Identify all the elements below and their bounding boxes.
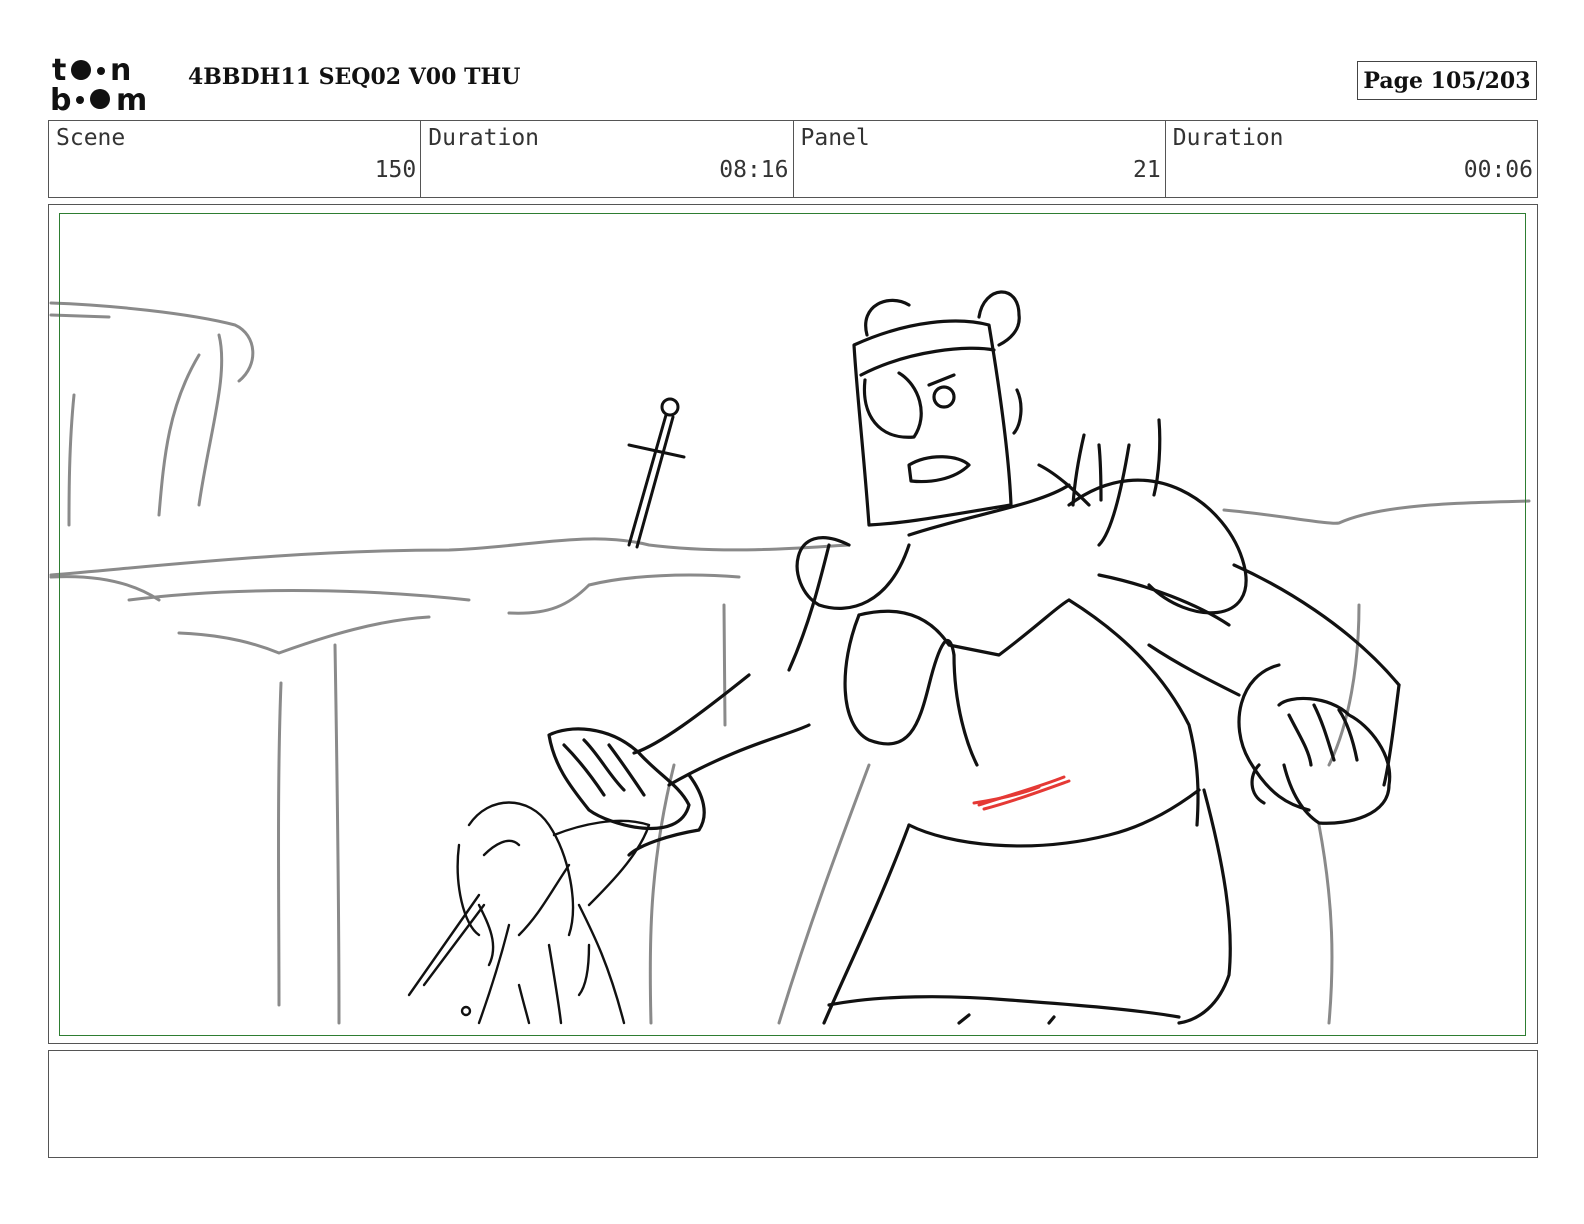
- svg-text:b: b: [50, 83, 71, 112]
- toon-boom-logo: t n b m: [50, 53, 147, 112]
- project-title: 4BBDH11 SEQ02 V00 THU: [188, 64, 521, 90]
- scene-value: 150: [374, 157, 417, 183]
- panel-cell: Panel 21: [794, 121, 1166, 197]
- panel-label: Panel: [800, 125, 870, 151]
- panel-value: 21: [1133, 157, 1161, 183]
- panel-duration-cell: Duration 00:06: [1166, 121, 1537, 197]
- panel-notes-box: [48, 1050, 1538, 1158]
- safe-area-frame: [59, 213, 1526, 1036]
- panel-duration-label: Duration: [1172, 125, 1284, 151]
- scene-label: Scene: [56, 125, 126, 151]
- scene-duration-value: 08:16: [719, 157, 789, 183]
- panel-duration-value: 00:06: [1463, 157, 1533, 183]
- scene-cell: Scene 150: [49, 121, 422, 197]
- page-indicator: Page 105/203: [1357, 61, 1537, 100]
- scene-duration-cell: Duration 08:16: [421, 121, 794, 197]
- scene-duration-label: Duration: [428, 125, 540, 151]
- panel-info-table: Scene 150 Duration 08:16 Panel 21 Durati…: [48, 120, 1538, 198]
- svg-text:m: m: [116, 83, 147, 112]
